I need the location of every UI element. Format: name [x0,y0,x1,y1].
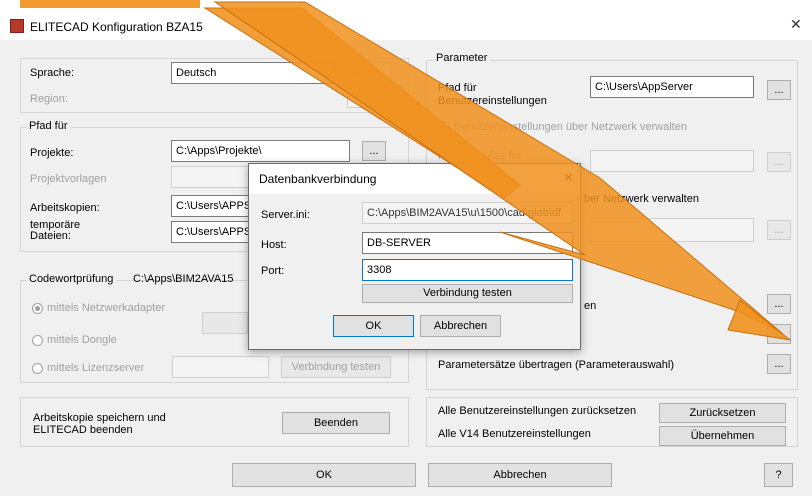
code-group-title: Codewortprüfung [26,273,117,285]
lizenz-verbindung-testen-button: Verbindung testen [281,356,391,378]
dialog-abbrechen-button[interactable]: Abbrechen [420,315,501,337]
radio-netzwerkadapter[interactable] [32,303,43,314]
dialog-port-input[interactable]: 3308 [362,259,573,281]
netzwerk-verwalten-label-2: ber Netzwerk verwalten [584,193,699,205]
sprache-label: Sprache: [30,67,75,79]
uebernehmen-button[interactable]: Übernehmen [659,426,786,446]
radio-dongle[interactable] [32,335,43,346]
projekte-label: Projekte: [30,147,74,159]
pfad-benutzer-input[interactable]: C:\Users\AppServer [590,76,754,98]
help-button[interactable]: ? [764,463,793,487]
dialog-ok-button[interactable]: OK [333,315,414,337]
code-path-label: C:\Apps\BIM2AVA15 [133,273,234,285]
radio-lizenzserver-label: mittels Lizenzserver [47,362,145,374]
arbeitskopien-label: Arbeitskopien: [30,202,100,214]
projektvorlagen-field [171,166,249,188]
window-close-icon[interactable]: ✕ [790,16,802,33]
beenden-button[interactable]: Beenden [282,412,390,434]
dialog-verbindung-testen-button[interactable]: Verbindung testen [362,284,573,303]
dialog-server-field: C:\Apps\BIM2AVA15\u\1500\cad\glob\df [362,202,573,224]
dialog-host-input[interactable]: DB-SERVER [362,232,573,254]
radio-dongle-label: mittels Dongle [47,334,117,346]
elitecad-app-icon [10,19,24,33]
netzwerk-field-2 [590,218,754,242]
projekte-browse-button[interactable]: ... [362,141,386,161]
netzwerkpfad-field [590,150,754,172]
parameter-group-title: Parameter [433,52,491,64]
pfad-benutzer-browse-button[interactable]: ... [767,80,791,100]
pfad-group-title: Pfad für [26,120,71,132]
reset-label: Alle Benutzereinstellungen zurücksetzen [438,405,637,417]
projekte-input[interactable]: C:\Apps\Projekte\ [171,140,350,162]
netzwerk-verwalten-checkbox[interactable] [438,122,449,133]
dialog-host-label: Host: [261,239,287,251]
dialog-port-label: Port: [261,265,285,277]
sprache-select-value: Deutsch [176,67,217,79]
dialog-title: Datenbankverbindung [259,172,377,186]
region-label: Region: [30,93,68,105]
chevron-down-icon: ⌄ [319,67,329,79]
browse-button-b[interactable]: ... [767,324,791,344]
browse-button-a[interactable]: ... [767,294,791,314]
dialog-server-label: Server.ini: [261,209,310,221]
pfad-benutzer-label-1: Pfad für [438,82,477,94]
region-field [347,88,392,108]
arbeitskopien-input[interactable]: C:\Users\APPSE [171,195,249,217]
radio-lizenzserver[interactable] [32,363,43,374]
code-blank-button [202,312,248,334]
lizenzserver-field [172,356,269,378]
pfad-benutzer-label-2: Benutzereinstellungen [438,95,547,107]
dialog-close-icon[interactable]: ✕ [563,170,574,186]
sprache-code-field: de [347,62,392,84]
temp-dateien-label-2: Dateien: [30,230,71,242]
projektvorlagen-label: Projektvorlagen [30,173,107,185]
datenbankverbindung-dialog: Datenbankverbindung ✕ Server.ini: C:\App… [248,163,581,350]
arbeitskopie-label-1: Arbeitskopie speichern und [33,412,166,424]
arbeitskopie-label-2: ELITECAD beenden [33,424,133,436]
zuruecksetzen-button[interactable]: Zurücksetzen [659,403,786,423]
netzwerk-browse-button-2: ... [767,220,791,240]
netzwerk-verwalten-label: Benutzereinstellungen über Netzwerk verw… [454,121,687,133]
sprache-select[interactable]: Deutsch ⌄ [171,62,336,84]
netzwerkpfad-label: Netzwerkpfad für [438,150,522,162]
parametersaetze-button[interactable]: ... [767,354,791,374]
partial-en-label: en [584,300,597,312]
window-title: ELITECAD Konfiguration BZA15 [30,20,203,34]
parametersaetze-label: Parametersätze übertragen (Parameterausw… [438,359,675,371]
ok-button[interactable]: OK [232,463,416,487]
netzwerkpfad-browse-button: ... [767,152,791,172]
v14-label: Alle V14 Benutzereinstellungen [438,428,591,440]
abbrechen-button[interactable]: Abbrechen [428,463,612,487]
temp-dateien-input[interactable]: C:\Users\APPSE [171,221,249,243]
radio-netzwerkadapter-label: mittels Netzwerkadapter [47,302,165,314]
sprache-code-value: de [352,67,365,79]
